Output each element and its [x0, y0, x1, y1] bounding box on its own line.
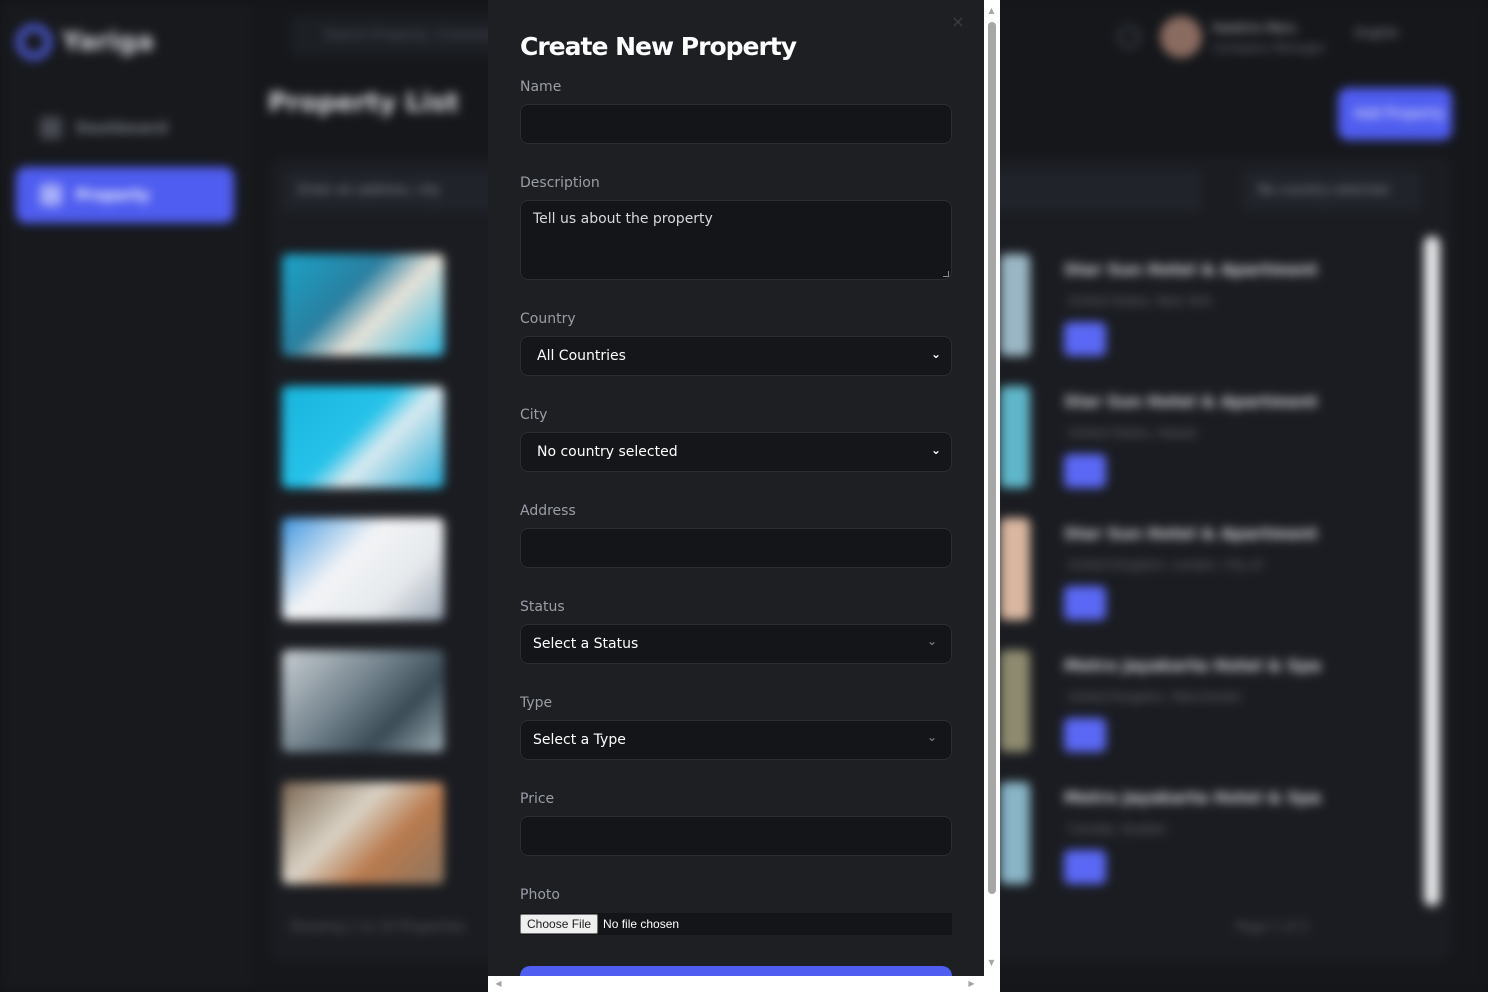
property-image[interactable] — [1000, 254, 1030, 356]
user-info: Hawkins Maru Company Manager — [1212, 18, 1326, 58]
modal-horizontal-scrollbar[interactable]: ◀ ▶ — [488, 976, 984, 992]
property-image[interactable] — [1000, 386, 1030, 488]
language-select[interactable]: English — [1355, 26, 1398, 40]
property-title[interactable]: Star Sun Hotel & Apartment — [1064, 260, 1318, 279]
property-image[interactable] — [1000, 782, 1030, 884]
brand-name: Yariga — [62, 27, 154, 57]
resize-grip-icon[interactable] — [943, 271, 949, 277]
country-select[interactable]: All Countries ⌄ — [520, 336, 952, 376]
avatar[interactable] — [1160, 16, 1202, 58]
country-select-value: All Countries — [537, 348, 626, 364]
add-property-button[interactable]: Add Property — [1338, 88, 1452, 140]
list-scrollbar[interactable] — [1424, 236, 1440, 906]
results-count: Showing 1 to 10 Properties — [290, 920, 466, 935]
sidebar-item-property[interactable]: Property — [16, 167, 234, 223]
property-title[interactable]: Star Sun Hotel & Apartment — [1064, 524, 1318, 543]
property-title[interactable]: Metro Jayakarta Hotel & Spa — [1064, 788, 1321, 807]
modal-title: Create New Property — [520, 32, 797, 61]
create-property-modal: Create New Property × Name Description T… — [488, 0, 1000, 992]
status-select-value: Select a Status — [533, 636, 639, 652]
modal-vertical-scrollbar[interactable]: ▲ ▼ — [984, 0, 999, 976]
file-status: No file chosen — [603, 917, 680, 931]
modal-content: Create New Property × Name Description T… — [488, 0, 984, 976]
dashboard-icon — [40, 117, 62, 139]
property-location: United Kingdom, Manchester — [1068, 690, 1243, 704]
sidebar-item-label: Property — [76, 186, 150, 204]
city-select-value: No country selected — [537, 444, 678, 460]
sidebar-item-dashboard[interactable]: Dashboard — [16, 100, 234, 156]
scroll-up-arrow-icon[interactable]: ▲ — [984, 6, 999, 15]
chevron-down-icon: ⌄ — [930, 443, 941, 457]
description-label: Description — [520, 175, 600, 191]
close-icon[interactable]: × — [950, 14, 966, 30]
city-label: City — [520, 407, 548, 423]
price-badge — [1064, 718, 1106, 752]
bell-icon[interactable] — [1118, 26, 1140, 48]
status-label: Status — [520, 599, 565, 615]
property-title[interactable]: Metro Jayakarta Hotel & Spa — [1064, 656, 1321, 675]
property-location: United States, New York — [1068, 294, 1212, 308]
property-image[interactable] — [282, 518, 444, 620]
scroll-left-arrow-icon[interactable]: ◀ — [491, 979, 506, 988]
type-select-value: Select a Type — [533, 732, 626, 748]
scroll-down-arrow-icon[interactable]: ▼ — [984, 958, 999, 967]
property-image[interactable] — [1000, 650, 1030, 752]
status-select[interactable]: Select a Status ⌄ — [520, 624, 952, 664]
type-label: Type — [520, 695, 553, 711]
price-label: Price — [520, 791, 555, 807]
sidebar: Yariga Dashboard Property — [0, 0, 250, 992]
description-textarea[interactable]: Tell us about the property — [520, 200, 952, 280]
user-role: Company Manager — [1212, 41, 1326, 55]
scrollbar-thumb[interactable] — [988, 22, 996, 894]
chevron-down-icon: ⌄ — [926, 634, 937, 648]
name-label: Name — [520, 79, 562, 95]
property-title[interactable]: Star Sun Hotel & Apartment — [1064, 392, 1318, 411]
name-input[interactable] — [520, 104, 952, 144]
chevron-down-icon: ⌄ — [926, 730, 937, 744]
property-image[interactable] — [1000, 518, 1030, 620]
user-name: Hawkins Maru — [1212, 21, 1297, 35]
page-title: Property List — [268, 88, 459, 118]
property-icon — [40, 184, 62, 206]
address-input[interactable] — [520, 528, 952, 568]
type-select[interactable]: Select a Type ⌄ — [520, 720, 952, 760]
property-location: Canada, Quebec — [1068, 822, 1168, 836]
price-badge — [1064, 454, 1106, 488]
country-label: Country — [520, 311, 576, 327]
scroll-right-arrow-icon[interactable]: ▶ — [964, 979, 979, 988]
submit-button[interactable] — [520, 966, 952, 976]
choose-file-button[interactable]: Choose File — [520, 914, 599, 934]
country-filter-select[interactable]: No country selected — [1242, 170, 1422, 212]
property-location: United States, Hawaii — [1068, 426, 1198, 440]
price-input[interactable] — [520, 816, 952, 856]
sidebar-item-label: Dashboard — [76, 119, 168, 137]
photo-label: Photo — [520, 887, 560, 903]
property-image[interactable] — [282, 254, 444, 356]
property-location: United Kingdom, London, City of — [1068, 558, 1263, 572]
chevron-down-icon: ⌄ — [930, 347, 941, 361]
logo-icon — [16, 24, 52, 60]
price-badge — [1064, 850, 1106, 884]
page-indicator: Page 1 of 2 — [1236, 920, 1309, 935]
address-label: Address — [520, 503, 576, 519]
price-badge — [1064, 586, 1106, 620]
logo: Yariga — [16, 24, 154, 60]
price-badge — [1064, 322, 1106, 356]
property-image[interactable] — [282, 650, 444, 752]
property-image[interactable] — [282, 386, 444, 488]
photo-file-input[interactable]: Choose File No file chosen — [520, 913, 952, 935]
city-select[interactable]: No country selected ⌄ — [520, 432, 952, 472]
property-image[interactable] — [282, 782, 444, 884]
